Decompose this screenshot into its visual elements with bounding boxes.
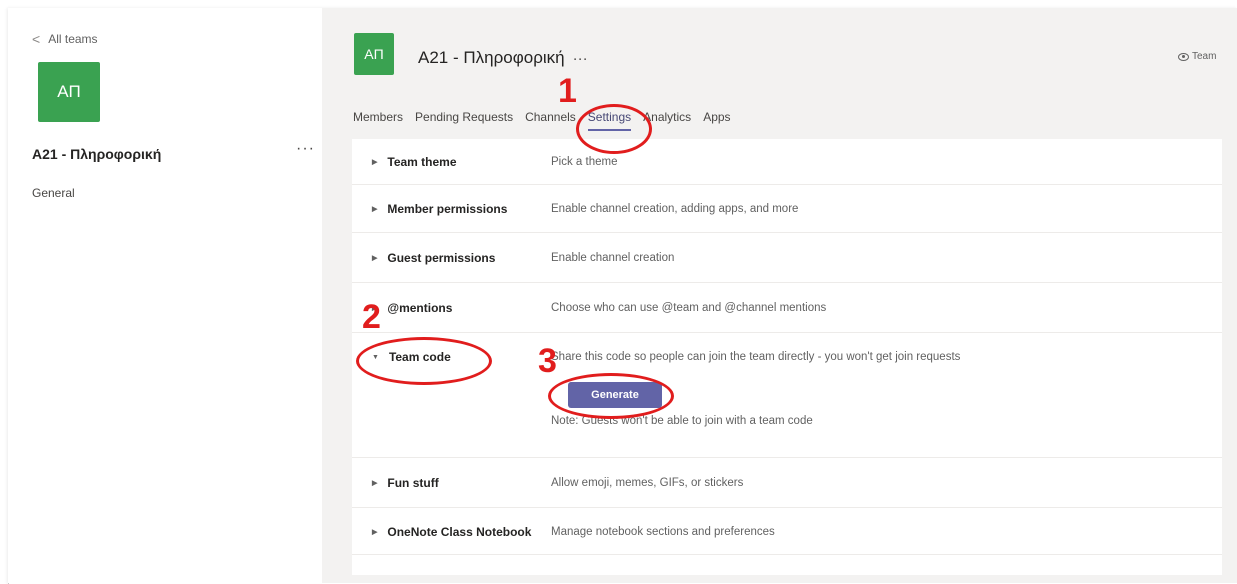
tab-channels[interactable]: Channels — [525, 110, 576, 131]
setting-row-guest-permissions[interactable]: ▶ Guest permissions Enable channel creat… — [352, 233, 1222, 283]
setting-name-wrap: ▶ Team theme — [372, 155, 457, 169]
setting-desc: Manage notebook sections and preferences — [551, 526, 775, 538]
tab-pending-requests[interactable]: Pending Requests — [415, 110, 513, 131]
setting-desc: Choose who can use @team and @channel me… — [551, 302, 827, 314]
caret-right-icon: ▶ — [372, 255, 378, 262]
chevron-left-icon: < — [32, 31, 41, 47]
setting-row-team-theme[interactable]: ▶ Team theme Pick a theme — [352, 139, 1222, 185]
setting-desc: Pick a theme — [551, 156, 618, 168]
team-view-label: Team — [1192, 51, 1217, 62]
setting-name-wrap: ▶ Member permissions — [372, 202, 507, 216]
tab-apps[interactable]: Apps — [703, 110, 730, 131]
setting-name: Fun stuff — [387, 476, 439, 490]
setting-desc: Enable channel creation — [551, 252, 675, 264]
team-view-button[interactable]: Team — [1178, 51, 1216, 62]
channel-general[interactable]: General — [32, 186, 75, 200]
header-team-avatar: ΑΠ — [354, 33, 394, 75]
tab-members[interactable]: Members — [353, 110, 403, 131]
header-team-name: Α21 - Πληροφορική — [418, 48, 565, 67]
setting-desc: Allow emoji, memes, GIFs, or stickers — [551, 477, 744, 489]
annotation-step-3: 3 — [538, 342, 557, 380]
annotation-circle-team-code — [356, 337, 492, 385]
all-teams-link[interactable]: < All teams — [32, 31, 98, 47]
annotation-circle-generate — [548, 373, 674, 419]
setting-name-wrap: ▶ @mentions — [372, 301, 452, 315]
setting-name-wrap: ▶ Fun stuff — [372, 476, 439, 490]
setting-name-wrap: ▶ Guest permissions — [372, 251, 495, 265]
eye-icon — [1178, 52, 1189, 61]
setting-row-onenote[interactable]: ▶ OneNote Class Notebook Manage notebook… — [352, 508, 1222, 555]
header-more-icon[interactable]: ··· — [573, 50, 588, 67]
setting-row-member-permissions[interactable]: ▶ Member permissions Enable channel crea… — [352, 185, 1222, 233]
setting-name: OneNote Class Notebook — [387, 525, 532, 539]
caret-right-icon: ▶ — [372, 206, 378, 213]
caret-right-icon: ▶ — [372, 529, 378, 536]
setting-name: Team theme — [387, 155, 457, 169]
annotation-circle-settings — [576, 104, 652, 154]
setting-desc: Enable channel creation, adding apps, an… — [551, 203, 799, 215]
setting-name: Member permissions — [387, 202, 508, 216]
setting-row-mentions[interactable]: ▶ @mentions Choose who can use @team and… — [352, 283, 1222, 333]
annotation-step-2: 2 — [362, 298, 381, 336]
more-options-icon[interactable]: ··· — [296, 140, 315, 158]
caret-right-icon: ▶ — [372, 159, 378, 166]
tab-bar: Members Pending Requests Channels Settin… — [353, 110, 743, 131]
header-title: Α21 - Πληροφορική ··· — [418, 48, 588, 68]
annotation-step-1: 1 — [558, 72, 577, 110]
setting-row-fun-stuff[interactable]: ▶ Fun stuff Allow emoji, memes, GIFs, or… — [352, 458, 1222, 508]
setting-desc: Share this code so people can join the t… — [551, 351, 961, 363]
setting-name-wrap: ▶ OneNote Class Notebook — [372, 525, 531, 539]
setting-name: Guest permissions — [387, 251, 496, 265]
team-name: Α21 - Πληροφορική — [32, 146, 162, 162]
caret-right-icon: ▶ — [372, 480, 378, 487]
team-avatar: ΑΠ — [38, 62, 100, 122]
all-teams-label: All teams — [48, 32, 98, 46]
setting-name: @mentions — [387, 301, 453, 315]
